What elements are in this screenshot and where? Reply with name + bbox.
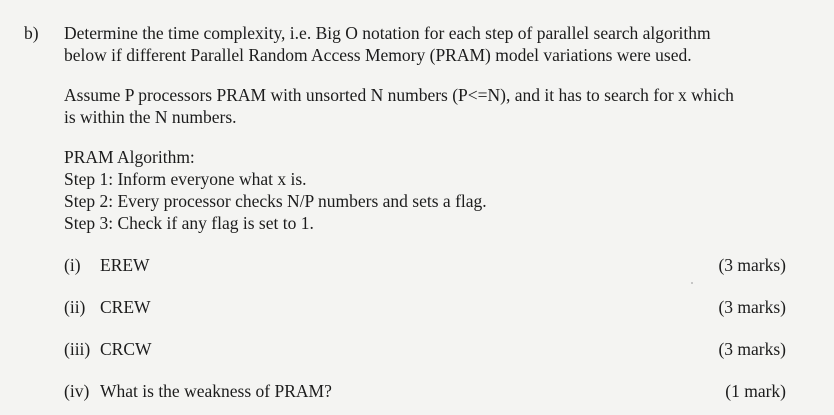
intro-line-2: below if different Parallel Random Acces… [64, 45, 692, 65]
exam-page: b) Determine the time complexity, i.e. B… [0, 0, 834, 415]
subquestion-text: CRCW [100, 339, 152, 359]
subquestion-iv: (iv) What is the weakness of PRAM? (1 ma… [64, 380, 786, 402]
subquestion-marks: (3 marks) [718, 255, 786, 275]
subquestion-marks: (3 marks) [718, 339, 786, 359]
assumption-paragraph: Assume P processors PRAM with unsorted N… [64, 84, 804, 128]
subquestion-marks: (1 mark) [725, 381, 786, 401]
algorithm-step-1: Step 1: Inform everyone what x is. [64, 169, 307, 189]
question-label: b) [24, 23, 39, 43]
algorithm-heading: PRAM Algorithm: [64, 147, 195, 167]
algorithm-step-2: Step 2: Every processor checks N/P numbe… [64, 191, 487, 211]
scan-speck [691, 282, 693, 284]
algorithm-block: PRAM Algorithm: Step 1: Inform everyone … [64, 146, 804, 234]
subquestion-i: (i) EREW (3 marks) [64, 254, 786, 276]
intro-line-1: Determine the time complexity, i.e. Big … [64, 23, 711, 43]
subquestion-text: CREW [100, 297, 151, 317]
subquestion-marks: (3 marks) [718, 297, 786, 317]
subquestion-number: (iv) [64, 381, 90, 401]
subquestion-text: EREW [100, 255, 150, 275]
question-intro: Determine the time complexity, i.e. Big … [64, 22, 804, 66]
algorithm-step-3: Step 3: Check if any flag is set to 1. [64, 213, 314, 233]
subquestion-iii: (iii) CRCW (3 marks) [64, 338, 786, 360]
subquestion-number: (ii) [64, 297, 86, 317]
subquestion-number: (i) [64, 255, 81, 275]
assumption-line-1: Assume P processors PRAM with unsorted N… [64, 85, 734, 105]
subquestion-ii: (ii) CREW (3 marks) [64, 296, 786, 318]
subquestion-text: What is the weakness of PRAM? [100, 381, 332, 401]
assumption-line-2: is within the N numbers. [64, 107, 237, 127]
subquestion-number: (iii) [64, 339, 91, 359]
